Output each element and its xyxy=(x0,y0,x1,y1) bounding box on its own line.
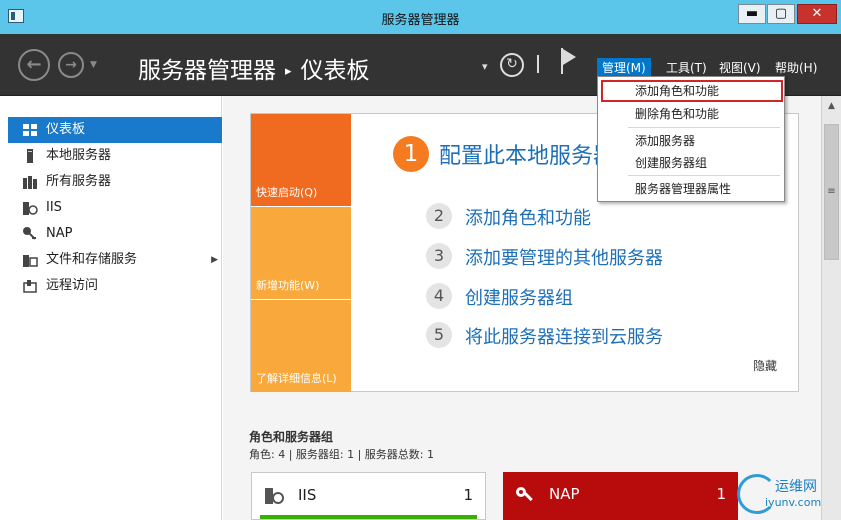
menu-view[interactable]: 视图(V) xyxy=(714,58,766,77)
step-connect-cloud[interactable]: 将此服务器连接到云服务 xyxy=(465,323,663,349)
watermark-logo: 运维网 iyunv.com xyxy=(735,470,841,520)
all-servers-icon xyxy=(23,176,37,189)
sidebar-item-label: 本地服务器 xyxy=(46,148,112,163)
header-divider xyxy=(537,55,539,73)
role-count: 1 xyxy=(463,486,473,504)
history-dropdown-icon[interactable]: ▼ xyxy=(90,60,97,70)
refresh-icon[interactable]: ↻ xyxy=(500,53,524,77)
menu-help[interactable]: 帮助(H) xyxy=(770,58,822,77)
step-number: 3 xyxy=(426,243,452,269)
vertical-scrollbar[interactable]: ▲ ≡ xyxy=(821,96,841,520)
dashboard-icon xyxy=(23,124,37,136)
tile-label: 快速启动(Q) xyxy=(256,186,318,199)
role-card-nap[interactable]: NAP 1 xyxy=(503,472,738,520)
menu-separator xyxy=(628,175,780,176)
menu-tools[interactable]: 工具(T) xyxy=(661,58,712,77)
menu-item-add-roles-features[interactable]: 添加角色和功能 xyxy=(601,80,783,102)
sidebar-item-file-storage[interactable]: 文件和存储服务 ▶ xyxy=(8,247,222,273)
role-name: IIS xyxy=(298,486,317,504)
tile-whats-new[interactable]: 新增功能(W) xyxy=(251,207,351,299)
role-name: NAP xyxy=(549,485,580,503)
roles-section-summary: 角色: 4 | 服务器组: 1 | 服务器总数: 1 xyxy=(249,448,435,461)
sidebar-item-label: 仪表板 xyxy=(46,122,86,137)
tile-label: 新增功能(W) xyxy=(256,279,320,292)
watermark-url: iyunv.com xyxy=(765,496,822,509)
notifications-flag-icon[interactable] xyxy=(559,48,581,76)
step-add-other-servers[interactable]: 添加要管理的其他服务器 xyxy=(465,244,663,270)
sidebar-item-dashboard[interactable]: 仪表板 xyxy=(8,117,222,143)
step-number: 4 xyxy=(426,283,452,309)
tile-learn-more[interactable]: 了解详细信息(L) xyxy=(251,300,351,392)
step-create-server-group[interactable]: 创建服务器组 xyxy=(465,284,573,310)
step-number: 2 xyxy=(426,203,452,229)
minimize-button[interactable]: ▬ xyxy=(738,4,766,24)
sidebar-item-label: 远程访问 xyxy=(46,278,99,293)
role-count: 1 xyxy=(716,485,726,503)
step-configure-local-server[interactable]: 配置此本地服务器 xyxy=(439,138,615,170)
scroll-up-icon[interactable]: ▲ xyxy=(822,96,841,116)
back-button[interactable]: ← xyxy=(18,49,50,81)
iis-icon xyxy=(265,488,284,504)
sidebar-item-local-server[interactable]: 本地服务器 xyxy=(8,143,222,169)
tile-quick-start[interactable]: 快速启动(Q) xyxy=(251,114,351,206)
file-storage-icon xyxy=(23,255,38,267)
step-number: 5 xyxy=(426,322,452,348)
sidebar-item-label: 文件和存储服务 xyxy=(46,252,138,267)
sidebar-item-remote-access[interactable]: 远程访问 xyxy=(8,273,222,299)
sidebar-item-all-servers[interactable]: 所有服务器 xyxy=(8,169,222,195)
close-button[interactable]: ✕ xyxy=(797,4,837,24)
status-bar xyxy=(260,515,477,519)
breadcrumb-separator-icon: ▸ xyxy=(285,64,292,79)
step-number: 1 xyxy=(393,136,429,172)
manage-menu-dropdown: 添加角色和功能 删除角色和功能 添加服务器 创建服务器组 服务器管理器属性 xyxy=(597,76,785,202)
roles-section-title: 角色和服务器组 xyxy=(249,430,334,444)
menu-item-add-servers[interactable]: 添加服务器 xyxy=(598,130,784,152)
forward-button[interactable]: → xyxy=(58,52,84,78)
tile-label: 了解详细信息(L) xyxy=(256,372,337,385)
nap-icon xyxy=(23,227,36,240)
breadcrumb-root[interactable]: 服务器管理器 xyxy=(138,58,276,84)
sidebar: 仪表板 本地服务器 所有服务器 IIS NAP 文件和存储服务 ▶ 远程访问 xyxy=(0,96,222,520)
sidebar-item-label: NAP xyxy=(46,226,73,241)
local-server-icon xyxy=(27,149,33,163)
breadcrumb-dropdown-icon[interactable]: ▾ xyxy=(482,60,488,73)
title-bar: 服务器管理器 ▬ ▢ ✕ xyxy=(0,0,841,34)
maximize-button[interactable]: ▢ xyxy=(767,4,795,24)
menu-separator xyxy=(628,127,780,128)
sidebar-item-label: 所有服务器 xyxy=(46,174,112,189)
expand-arrow-icon[interactable]: ▶ xyxy=(211,247,218,273)
breadcrumb-current: 仪表板 xyxy=(300,58,370,84)
hide-link[interactable]: 隐藏 xyxy=(753,357,777,374)
role-card-iis[interactable]: IIS 1 xyxy=(251,472,486,520)
sidebar-item-label: IIS xyxy=(46,200,62,215)
sidebar-item-iis[interactable]: IIS xyxy=(8,195,222,221)
menu-manage[interactable]: 管理(M) xyxy=(597,58,651,77)
remote-access-icon xyxy=(23,280,37,293)
breadcrumb: 服务器管理器 ▸ 仪表板 xyxy=(138,51,370,85)
sidebar-item-nap[interactable]: NAP xyxy=(8,221,222,247)
scroll-thumb[interactable]: ≡ xyxy=(824,124,839,260)
menu-item-remove-roles-features[interactable]: 删除角色和功能 xyxy=(598,103,784,125)
menu-item-server-manager-properties[interactable]: 服务器管理器属性 xyxy=(598,178,784,200)
nap-icon xyxy=(516,487,533,502)
iis-icon xyxy=(23,202,38,215)
menu-item-create-server-group[interactable]: 创建服务器组 xyxy=(598,152,784,174)
step-add-roles-features[interactable]: 添加角色和功能 xyxy=(465,204,591,230)
window-title: 服务器管理器 xyxy=(381,13,460,28)
watermark-text: 运维网 xyxy=(775,479,817,495)
